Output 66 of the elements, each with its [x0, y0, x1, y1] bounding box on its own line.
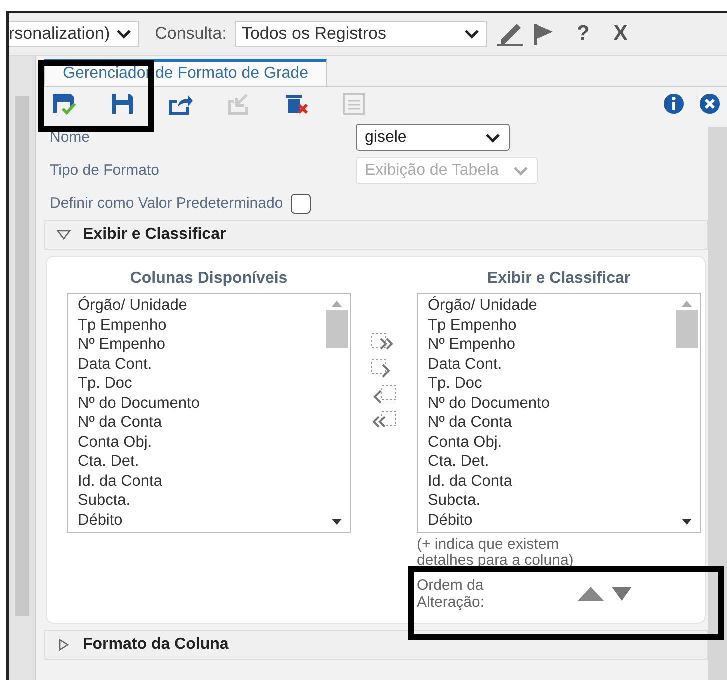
chevron-down-icon [464, 29, 480, 39]
close-button[interactable]: X [610, 22, 632, 46]
section-header[interactable]: Exibir e Classificar [44, 220, 708, 250]
chevron-down-icon [513, 166, 530, 176]
toolbar-button[interactable] [50, 92, 78, 116]
list-item[interactable]: Nº do Documento [428, 394, 674, 413]
personalization-select[interactable]: rsonalization) [9, 21, 140, 47]
pencil-icon[interactable] [494, 22, 525, 46]
notepad-icon [340, 92, 368, 116]
help-button[interactable]: ? [572, 22, 594, 46]
query-select[interactable]: Todos os Registros [234, 21, 487, 47]
list-heading: Exibir e Classificar [487, 269, 631, 289]
list-item[interactable]: Data Cont. [428, 354, 674, 374]
list-item[interactable]: Data Cont. [78, 354, 324, 374]
scrollbar[interactable] [708, 127, 727, 680]
list-item[interactable]: Cta. Det. [78, 452, 324, 472]
order-label: Ordem da Alteração: [417, 577, 486, 611]
scroll-thumb[interactable] [676, 310, 698, 348]
list-item[interactable]: Subcta. [78, 491, 324, 510]
chevron-down-icon [485, 132, 501, 142]
field-label: Definir como Valor Predeterminado [50, 195, 284, 212]
chevron-down-icon [116, 29, 132, 39]
flag-icon[interactable] [532, 22, 555, 46]
list-item[interactable]: Nº da Conta [78, 413, 324, 432]
checkbox[interactable] [291, 194, 312, 214]
hint-text: (+ indica que existem detalhes para a coluna) [417, 537, 575, 569]
list-item[interactable]: Subcta. [428, 491, 674, 510]
name-select[interactable]: gisele [356, 124, 510, 151]
list-item[interactable]: Id. da Conta [78, 472, 324, 491]
list-heading: Colunas Disponíveis [130, 269, 288, 289]
list-item[interactable]: Débito [428, 510, 674, 530]
scroll-down-icon[interactable] [331, 518, 343, 526]
scroll-up-icon[interactable] [331, 300, 343, 308]
section-header[interactable]: Formato da Coluna [44, 630, 708, 660]
move-down-icon[interactable] [611, 586, 633, 602]
list-item[interactable]: Tp Empenho [428, 316, 674, 335]
list-item[interactable]: Cta. Det. [428, 452, 674, 472]
triangle-down-icon [57, 229, 71, 241]
list-item[interactable]: Conta Obj. [78, 432, 324, 452]
scroll-up-icon[interactable] [681, 300, 693, 308]
info-icon[interactable] [663, 93, 685, 115]
list-item[interactable]: Nº Empenho [78, 335, 324, 354]
field-label: Nome [50, 129, 92, 146]
scroll-thumb[interactable] [15, 96, 29, 616]
close-icon[interactable] [699, 93, 721, 115]
list-item[interactable]: Conta Obj. [428, 432, 674, 452]
triangle-right-icon [57, 639, 71, 651]
available-list[interactable]: Órgão/ Unidade Tp Empenho Nº Empenho Data Cont. Tp. Doc Nº do Documento Nº da Conta Conta Obj. Cta. Det. Id. da Conta Subcta. Débito [67, 293, 351, 533]
query-label: Consulta: [155, 24, 227, 44]
list-item[interactable]: Órgão/ Unidade [78, 296, 324, 316]
list-item[interactable]: Órgão/ Unidade [428, 296, 674, 316]
list-item[interactable]: Id. da Conta [428, 472, 674, 491]
list-item[interactable]: Tp. Doc [428, 374, 674, 394]
move-up-icon[interactable] [577, 586, 605, 602]
display-list[interactable]: Órgão/ Unidade Tp Empenho Nº Empenho Data Cont. Tp. Doc Nº do Documento Nº da Conta Conta Obj. Cta. Det. Id. da Conta Subcta. Débito [417, 293, 701, 533]
list-item[interactable]: Nº da Conta [428, 413, 674, 432]
field-label: Tipo de Formato [50, 162, 160, 179]
list-item[interactable]: Tp. Doc [78, 374, 324, 394]
scroll-thumb[interactable] [326, 310, 348, 348]
scroll-down-icon[interactable] [681, 518, 693, 526]
list-item[interactable]: Débito [78, 510, 324, 530]
save-check-icon [50, 92, 78, 116]
tab[interactable]: Gerenciador de Formato de Grade [44, 59, 328, 86]
list-item[interactable]: Nº do Documento [78, 394, 324, 413]
list-item[interactable]: Nº Empenho [428, 335, 674, 354]
list-item[interactable]: Tp Empenho [78, 316, 324, 335]
